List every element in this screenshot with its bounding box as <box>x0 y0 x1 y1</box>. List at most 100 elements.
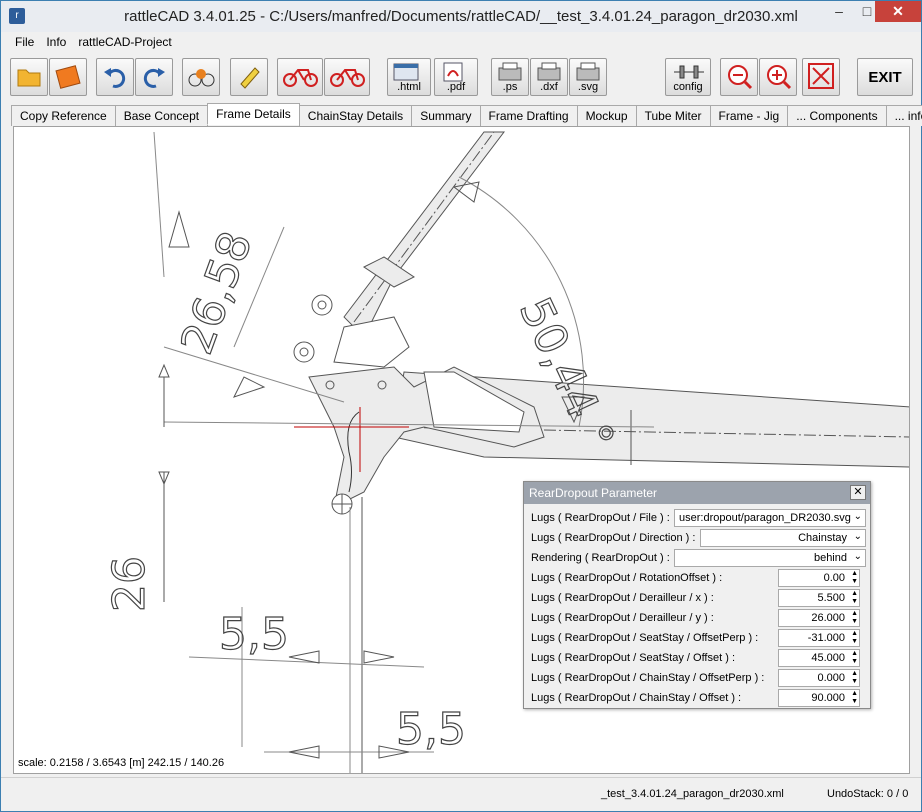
export-html-button[interactable]: .html <box>387 58 431 96</box>
derailleur-y-spinbox[interactable]: 26.000 ▲ ▼ <box>778 609 860 627</box>
title-bar[interactable]: r rattleCAD 3.4.01.25 - C:/Users/manfred… <box>1 1 921 32</box>
minimize-button[interactable]: – <box>825 1 853 22</box>
param-label: Lugs ( RearDropOut / ChainStay / OffsetP… <box>531 672 765 684</box>
rendering-select[interactable]: behind ⌄ <box>674 549 866 567</box>
param-label: Lugs ( RearDropOut / RotationOffset ) : <box>531 572 723 584</box>
export-svg-button[interactable]: .svg <box>569 58 607 96</box>
app-window: r rattleCAD 3.4.01.25 - C:/Users/manfred… <box>0 0 922 812</box>
dim-5-5-b-label: 5,5 <box>396 704 466 755</box>
param-label: Lugs ( RearDropOut / SeatStay / Offset )… <box>531 652 735 664</box>
chainstay-offsetperp-spinbox[interactable]: 0.000 ▲ ▼ <box>778 669 860 687</box>
tab-copy-reference[interactable]: Copy Reference <box>11 105 116 126</box>
param-row: Lugs ( RearDropOut / File ) : user:dropo… <box>524 508 870 528</box>
spin-value: 45.000 <box>811 652 845 664</box>
tab-info[interactable]: ... info <box>885 105 922 126</box>
edit-button[interactable] <box>230 58 268 96</box>
scale-readout: scale: 0.2158 / 3.6543 [m] 242.15 / 140.… <box>18 757 225 769</box>
tab-frame-drafting[interactable]: Frame Drafting <box>479 105 578 126</box>
toolbar: .html .pdf .ps .dxf .svg config EXIT <box>1 54 921 100</box>
bike-red-icon <box>283 69 318 87</box>
export-dxf-icon <box>537 62 561 81</box>
spin-arrows-icon[interactable]: ▲ ▼ <box>851 690 858 706</box>
undo-icon <box>104 68 126 88</box>
param-label: Lugs ( RearDropOut / Derailleur / y ) : <box>531 612 714 624</box>
param-label: Lugs ( RearDropOut / Derailleur / x ) : <box>531 592 714 604</box>
panel-close-button[interactable]: ✕ <box>850 485 866 500</box>
param-row: Rendering ( RearDropOut ) : behind ⌄ <box>524 548 870 568</box>
dim-26-label: 26 <box>104 556 155 612</box>
zoom-out-icon <box>728 65 753 90</box>
file-select[interactable]: user:dropout/paragon_DR2030.svg ⌄ <box>674 509 866 527</box>
spin-arrows-icon[interactable]: ▲ ▼ <box>851 650 858 666</box>
spin-arrows-icon[interactable]: ▲ ▼ <box>851 670 858 686</box>
spin-arrows-icon[interactable]: ▲ ▼ <box>851 610 858 626</box>
file-select-value: user:dropout/paragon_DR2030.svg <box>679 512 851 524</box>
tab-tube-miter[interactable]: Tube Miter <box>635 105 711 126</box>
export-ps-icon <box>498 62 522 81</box>
open-button[interactable] <box>10 58 48 96</box>
zoom-out-button[interactable] <box>720 58 758 96</box>
spin-arrows-icon[interactable]: ▲ ▼ <box>851 570 858 586</box>
fit-screen-icon <box>808 63 834 89</box>
bike-red-button[interactable] <box>277 58 323 96</box>
render-bike-icon <box>188 69 215 87</box>
derailleur-x-spinbox[interactable]: 5.500 ▲ ▼ <box>778 589 860 607</box>
export-ps-button[interactable]: .ps <box>491 58 529 96</box>
tab-chainstay-details[interactable]: ChainStay Details <box>298 105 413 126</box>
tab-frame-jig[interactable]: Frame - Jig <box>709 105 789 126</box>
tab-summary[interactable]: Summary <box>411 105 481 126</box>
export-svg-label: .svg <box>577 81 599 93</box>
param-row: Lugs ( RearDropOut / RotationOffset ) : … <box>524 568 870 588</box>
chevron-down-icon: ⌄ <box>853 551 862 562</box>
seatstay-offset-spinbox[interactable]: 45.000 ▲ ▼ <box>778 649 860 667</box>
seatstay-offsetperp-spinbox[interactable]: -31.000 ▲ ▼ <box>778 629 860 647</box>
spin-arrows-icon[interactable]: ▲ ▼ <box>851 590 858 606</box>
tab-components[interactable]: ... Components <box>787 105 887 126</box>
zoom-in-button[interactable] <box>759 58 797 96</box>
rotation-offset-spinbox[interactable]: 0.00 ▲ ▼ <box>778 569 860 587</box>
redo-button[interactable] <box>135 58 173 96</box>
spin-value: 26.000 <box>811 612 845 624</box>
menu-project[interactable]: rattleCAD-Project <box>78 35 171 49</box>
config-button[interactable]: config <box>665 58 711 96</box>
spin-value: 0.00 <box>823 572 845 584</box>
param-label: Lugs ( RearDropOut / ChainStay / Offset … <box>531 692 742 704</box>
tab-frame-details[interactable]: Frame Details <box>207 103 300 125</box>
tab-base-concept[interactable]: Base Concept <box>114 105 209 126</box>
zoom-in-icon <box>767 65 792 90</box>
window-title: rattleCAD 3.4.01.25 - C:/Users/manfred/D… <box>124 8 798 25</box>
undo-button[interactable] <box>96 58 134 96</box>
status-bar: _test_3.4.01.24_paragon_dr2030.xml UndoS… <box>1 777 921 811</box>
param-label: Rendering ( RearDropOut ) : <box>531 552 670 564</box>
export-pdf-button[interactable]: .pdf <box>434 58 478 96</box>
close-button[interactable]: ✕ <box>875 1 921 22</box>
spin-value: -31.000 <box>807 632 845 644</box>
chainstay-offset-spinbox[interactable]: 90.000 ▲ ▼ <box>778 689 860 707</box>
direction-select[interactable]: Chainstay ⌄ <box>700 529 866 547</box>
bike-red-alt-button[interactable] <box>324 58 370 96</box>
export-svg-icon <box>576 62 600 81</box>
export-pdf-label: .pdf <box>446 81 466 93</box>
fit-screen-button[interactable] <box>802 58 840 96</box>
save-button[interactable] <box>49 58 87 96</box>
export-dxf-button[interactable]: .dxf <box>530 58 568 96</box>
menu-file[interactable]: File <box>15 35 34 49</box>
open-folder-icon <box>17 69 41 87</box>
config-icon <box>674 65 704 79</box>
spin-arrows-icon[interactable]: ▲ ▼ <box>851 630 858 646</box>
bike-red-alt-icon <box>330 69 365 87</box>
export-dxf-label: .dxf <box>540 81 558 93</box>
spin-value: 0.000 <box>817 672 845 684</box>
menu-info[interactable]: Info <box>46 35 66 49</box>
exit-label: EXIT <box>868 68 902 86</box>
param-label: Lugs ( RearDropOut / File ) : <box>531 512 670 524</box>
exit-button[interactable]: EXIT <box>857 58 913 96</box>
tab-bar: Copy Reference Base Concept Frame Detail… <box>11 103 922 126</box>
param-row: Lugs ( RearDropOut / ChainStay / Offset … <box>524 688 870 708</box>
param-row: Lugs ( RearDropOut / SeatStay / Offset )… <box>524 648 870 668</box>
spin-value: 90.000 <box>811 692 845 704</box>
panel-title-bar[interactable]: RearDropout Parameter ✕ <box>524 482 870 504</box>
tab-mockup[interactable]: Mockup <box>576 105 637 126</box>
param-row: Lugs ( RearDropOut / Derailleur / x ) : … <box>524 588 870 608</box>
render-button[interactable] <box>182 58 220 96</box>
